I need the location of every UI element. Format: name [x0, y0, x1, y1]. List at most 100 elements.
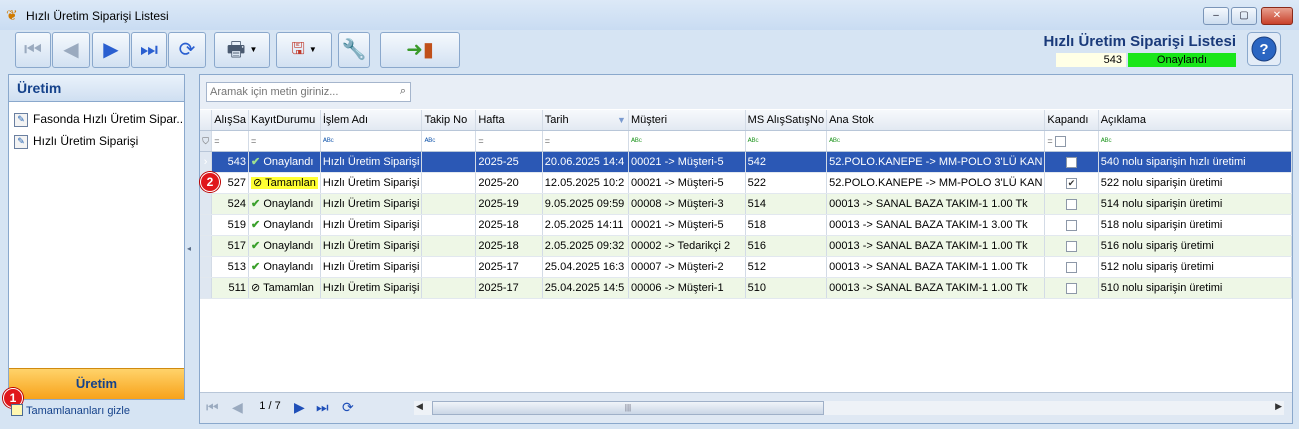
next-record-button[interactable]: ▶ — [92, 32, 130, 68]
header-row: AlışSa KayıtDurumu İşlem Adı Takip No Ha… — [200, 110, 1292, 131]
col-hafta[interactable]: Hafta — [475, 110, 543, 131]
first-record-button[interactable]: ⏮ — [15, 32, 51, 68]
col-kapandi[interactable]: Kapandı — [1044, 110, 1099, 131]
cell-stok: 52.POLO.KANEPE -> MM-POLO 3'LÜ KAN — [826, 151, 1046, 173]
cell-stok: 00013 -> SANAL BAZA TAKIM-1 1.00 Tk — [826, 193, 1046, 215]
refresh-icon[interactable]: ⟳ — [342, 400, 354, 414]
kapandi-checkbox[interactable] — [1066, 219, 1078, 231]
nav-item-fasonda[interactable]: ✎ Fasonda Hızlı Üretim Sipar... — [9, 108, 184, 130]
scroll-right-icon[interactable]: ▶ — [1275, 401, 1282, 412]
nav-group-uretim[interactable]: Üretim — [9, 368, 184, 399]
cell-status: ✔ Onaylandı — [248, 214, 321, 236]
filter-equals-icon[interactable]: = — [211, 130, 250, 152]
cell-no: 517 — [211, 235, 250, 257]
cell-kapandi — [1044, 151, 1099, 173]
last-record-button[interactable]: ⏭ — [131, 32, 167, 68]
data-table: AlışSa KayıtDurumu İşlem Adı Takip No Ha… — [200, 110, 1292, 299]
butterfly-icon: ❦ — [6, 7, 18, 23]
cell-hafta: 2025-18 — [475, 235, 543, 257]
export-pdf-button[interactable]: 🖫 ▼ — [276, 32, 332, 68]
filter-text-icon[interactable]: ᴬᴮᶜ — [421, 130, 477, 152]
search-box[interactable]: ⌕ — [206, 82, 411, 102]
status-text: Tamamlan — [263, 282, 314, 294]
kapandi-checkbox[interactable] — [1066, 282, 1078, 294]
kapandi-checkbox[interactable] — [1066, 240, 1078, 252]
kapandi-checkbox[interactable] — [1066, 156, 1078, 168]
status-text: Onaylandı — [263, 261, 314, 273]
cell-tarih: 2.05.2025 09:32 — [542, 235, 629, 257]
filter-equals-icon[interactable]: = — [248, 130, 321, 152]
filter-text-icon[interactable]: ᴬᴮᶜ — [1098, 130, 1292, 152]
nav-item-label: Hızlı Üretim Siparişi — [33, 134, 139, 148]
horizontal-scrollbar[interactable]: ◀ ||| ▶ — [414, 401, 1284, 415]
table-row[interactable]: 513 ✔ Onaylandı Hızlı Üretim Siparişi 20… — [200, 256, 1292, 278]
filter-text-icon[interactable]: ᴬᴮᶜ — [628, 130, 746, 152]
table-row[interactable]: 527 ⊘ Tamamlan Hızlı Üretim Siparişi 202… — [200, 172, 1292, 194]
record-status-badge: Onaylandı — [1128, 53, 1236, 67]
cell-islem: Hızlı Üretim Siparişi — [320, 277, 423, 299]
hide-completed-label[interactable]: Tamamlananları gizle — [26, 405, 130, 417]
row-indicator — [200, 193, 213, 215]
col-aciklama[interactable]: Açıklama — [1098, 110, 1292, 131]
kapandi-checkbox[interactable] — [1066, 198, 1078, 210]
cell-islem: Hızlı Üretim Siparişi — [320, 172, 423, 194]
filter-checkbox[interactable] — [1055, 136, 1067, 148]
filter-equals-icon[interactable]: = — [1044, 130, 1099, 152]
filter-funnel-icon[interactable]: ⛉ — [200, 130, 213, 152]
settings-button[interactable]: 🔧 — [338, 32, 370, 68]
kapandi-checkbox[interactable] — [1066, 261, 1078, 273]
cell-tarih: 2.05.2025 14:11 — [542, 214, 629, 236]
first-page-icon[interactable]: ⏮ — [206, 400, 219, 414]
filter-text-icon[interactable]: ᴬᴮᶜ — [320, 130, 423, 152]
table-row[interactable]: 517 ✔ Onaylandı Hızlı Üretim Siparişi 20… — [200, 235, 1292, 257]
minimize-button[interactable]: – — [1203, 7, 1229, 25]
cell-musteri: 00008 -> Müşteri-3 — [628, 193, 746, 215]
table-row[interactable]: 511 ⊘ Tamamlan Hızlı Üretim Siparişi 202… — [200, 277, 1292, 299]
cell-kapandi — [1044, 256, 1099, 278]
cell-tarih: 12.05.2025 10:2 — [542, 172, 629, 194]
col-alissa[interactable]: AlışSa — [211, 110, 250, 131]
search-input[interactable] — [207, 83, 393, 101]
record-number: 543 — [1056, 53, 1126, 67]
maximize-button[interactable]: ▢ — [1231, 7, 1257, 25]
filter-text-icon[interactable]: ᴬᴮᶜ — [745, 130, 828, 152]
hide-completed-checkbox[interactable] — [11, 404, 23, 416]
col-ana-stok[interactable]: Ana Stok — [826, 110, 1046, 131]
help-button[interactable]: ? — [1247, 32, 1281, 66]
grid-navigator: ⏮ ◀ 1 / 7 ▶ ⏭ ⟳ ◀ ||| ▶ — [200, 392, 1292, 423]
pdf-save-icon: 🖫 — [291, 41, 305, 58]
cell-islem: Hızlı Üretim Siparişi — [320, 193, 423, 215]
print-button[interactable]: 🖶 ▼ — [214, 32, 270, 68]
refresh-button[interactable]: ⟳ — [168, 32, 206, 68]
col-tarih[interactable]: Tarih ▼ — [542, 110, 629, 131]
exit-button[interactable]: ➜ ▮ — [380, 32, 460, 68]
kapandi-checkbox[interactable]: ✔ — [1066, 177, 1078, 189]
col-islem-adi[interactable]: İşlem Adı — [320, 110, 423, 131]
filter-equals-icon[interactable]: = — [475, 130, 543, 152]
prev-record-button[interactable]: ◀ — [52, 32, 90, 68]
col-ms-alissatisno[interactable]: MS AlışSatışNo — [745, 110, 828, 131]
filter-equals-icon[interactable]: = — [542, 130, 629, 152]
panel-splitter[interactable]: ◂ — [186, 74, 194, 424]
cell-status: ✔ Onaylandı — [248, 235, 321, 257]
next-page-icon[interactable]: ▶ — [294, 400, 305, 414]
document-icon: ✎ — [14, 113, 28, 127]
scroll-left-icon[interactable]: ◀ — [416, 401, 423, 412]
last-page-icon[interactable]: ⏭ — [316, 400, 329, 414]
nav-item-hizli-uretim[interactable]: ✎ Hızlı Üretim Siparişi — [9, 130, 184, 152]
prev-page-icon[interactable]: ◀ — [232, 400, 243, 414]
close-button[interactable]: ✕ — [1261, 7, 1293, 25]
check-icon: ✔ — [251, 240, 261, 252]
col-musteri[interactable]: Müşteri — [628, 110, 746, 131]
col-kayitdurumu[interactable]: KayıtDurumu — [248, 110, 321, 131]
cell-islem: Hızlı Üretim Siparişi — [320, 256, 423, 278]
filter-text-icon[interactable]: ᴬᴮᶜ — [826, 130, 1046, 152]
cell-status: ✔ Onaylandı — [248, 256, 321, 278]
scroll-thumb[interactable]: ||| — [432, 401, 824, 415]
status-text: Onaylandı — [263, 219, 314, 231]
callout-badge-2: 2 — [200, 172, 220, 192]
table-row[interactable]: › 543 ✔ Onaylandı Hızlı Üretim Siparişi … — [200, 151, 1292, 173]
table-row[interactable]: 519 ✔ Onaylandı Hızlı Üretim Siparişi 20… — [200, 214, 1292, 236]
col-takip-no[interactable]: Takip No — [421, 110, 477, 131]
table-row[interactable]: 524 ✔ Onaylandı Hızlı Üretim Siparişi 20… — [200, 193, 1292, 215]
